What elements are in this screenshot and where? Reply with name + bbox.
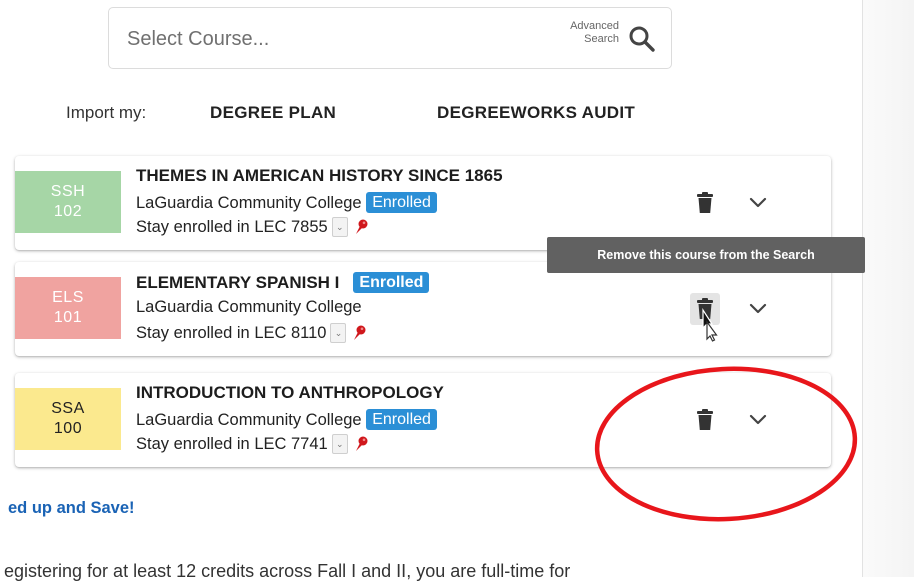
course-card: ELS 101 ELEMENTARY SPANISH I Enrolled LaG… [15,262,831,356]
course-title: ELEMENTARY SPANISH I Enrolled [136,272,430,293]
section-select-dropdown[interactable]: ⌄ [330,323,347,343]
pushpin-icon[interactable] [352,218,370,236]
course-title: THEMES IN AMERICAN HISTORY SINCE 1865 [136,166,503,186]
stay-enrolled-line: Stay enrolled in LEC 7741 ⌄ [136,434,370,454]
stay-enrolled-text: Stay enrolled in LEC 7741 [136,434,328,453]
college-line: LaGuardia Community College Enrolled [136,409,437,430]
section-select-dropdown[interactable]: ⌄ [331,434,348,454]
course-search-input[interactable] [127,24,507,54]
import-label: Import my: [66,103,147,122]
promo-body: egistering for at least 12 credits acros… [4,561,571,581]
course-title: INTRODUCTION TO ANTHROPOLOGY [136,383,444,403]
remove-course-button[interactable] [690,293,720,325]
chevron-down-icon [749,303,767,314]
course-code-block: ELS 101 [15,277,121,339]
remove-course-button[interactable] [690,404,720,436]
course-card: SSH 102 THEMES IN AMERICAN HISTORY SINCE… [15,156,831,250]
expand-course-button[interactable] [743,295,773,323]
stay-enrolled-line: Stay enrolled in LEC 7855 ⌄ [136,217,370,237]
course-subject: SSA [51,400,85,417]
right-side-panel [863,0,914,577]
import-degree-plan-button[interactable]: DEGREE PLAN [210,103,336,123]
course-number: 102 [53,203,83,220]
remove-course-tooltip: Remove this course from the Search [547,237,865,273]
course-title-text: INTRODUCTION TO ANTHROPOLOGY [136,383,444,402]
stay-enrolled-line: Stay enrolled in LEC 8110 ⌄ [136,323,368,343]
advanced-search-label-line2: Search [584,33,619,45]
course-title-text: ELEMENTARY SPANISH I [136,273,340,292]
stay-enrolled-text: Stay enrolled in LEC 7855 [136,217,328,236]
promo-heading: ed up and Save! [8,499,135,517]
college-name: LaGuardia Community College [136,298,362,316]
college-line: LaGuardia Community College [136,298,362,317]
course-title-text: THEMES IN AMERICAN HISTORY SINCE 1865 [136,166,503,185]
enrolled-badge: Enrolled [366,192,437,213]
expand-course-button[interactable] [743,406,773,434]
pushpin-icon[interactable] [352,435,370,453]
trash-icon [697,409,713,430]
remove-course-button[interactable] [690,187,720,219]
enrolled-badge: Enrolled [353,272,430,293]
college-name: LaGuardia Community College [136,411,362,429]
expand-course-button[interactable] [743,189,773,217]
enrolled-badge: Enrolled [366,409,437,430]
course-number: 100 [53,420,83,437]
chevron-down-icon [749,414,767,425]
course-number: 101 [53,309,83,326]
course-card: SSA 100 INTRODUCTION TO ANTHROPOLOGY LaG… [15,373,831,467]
course-subject: ELS [52,289,84,306]
course-code-block: SSH 102 [15,171,121,233]
college-name: LaGuardia Community College [136,194,362,212]
section-select-dropdown[interactable]: ⌄ [331,217,348,237]
search-icon[interactable] [627,24,657,54]
advanced-search-link[interactable]: Advanced Search [539,20,619,46]
college-line: LaGuardia Community College Enrolled [136,192,437,213]
course-code-block: SSA 100 [15,388,121,450]
import-degreeworks-audit-button[interactable]: DEGREEWORKS AUDIT [437,103,635,123]
pushpin-icon[interactable] [350,324,368,342]
stay-enrolled-text: Stay enrolled in LEC 8110 [136,323,327,342]
course-subject: SSH [50,183,86,200]
trash-icon [697,192,713,213]
chevron-down-icon [749,197,767,208]
trash-icon [697,298,713,319]
advanced-search-label-line1: Advanced [570,20,619,32]
course-search-box: Advanced Search [108,7,672,69]
